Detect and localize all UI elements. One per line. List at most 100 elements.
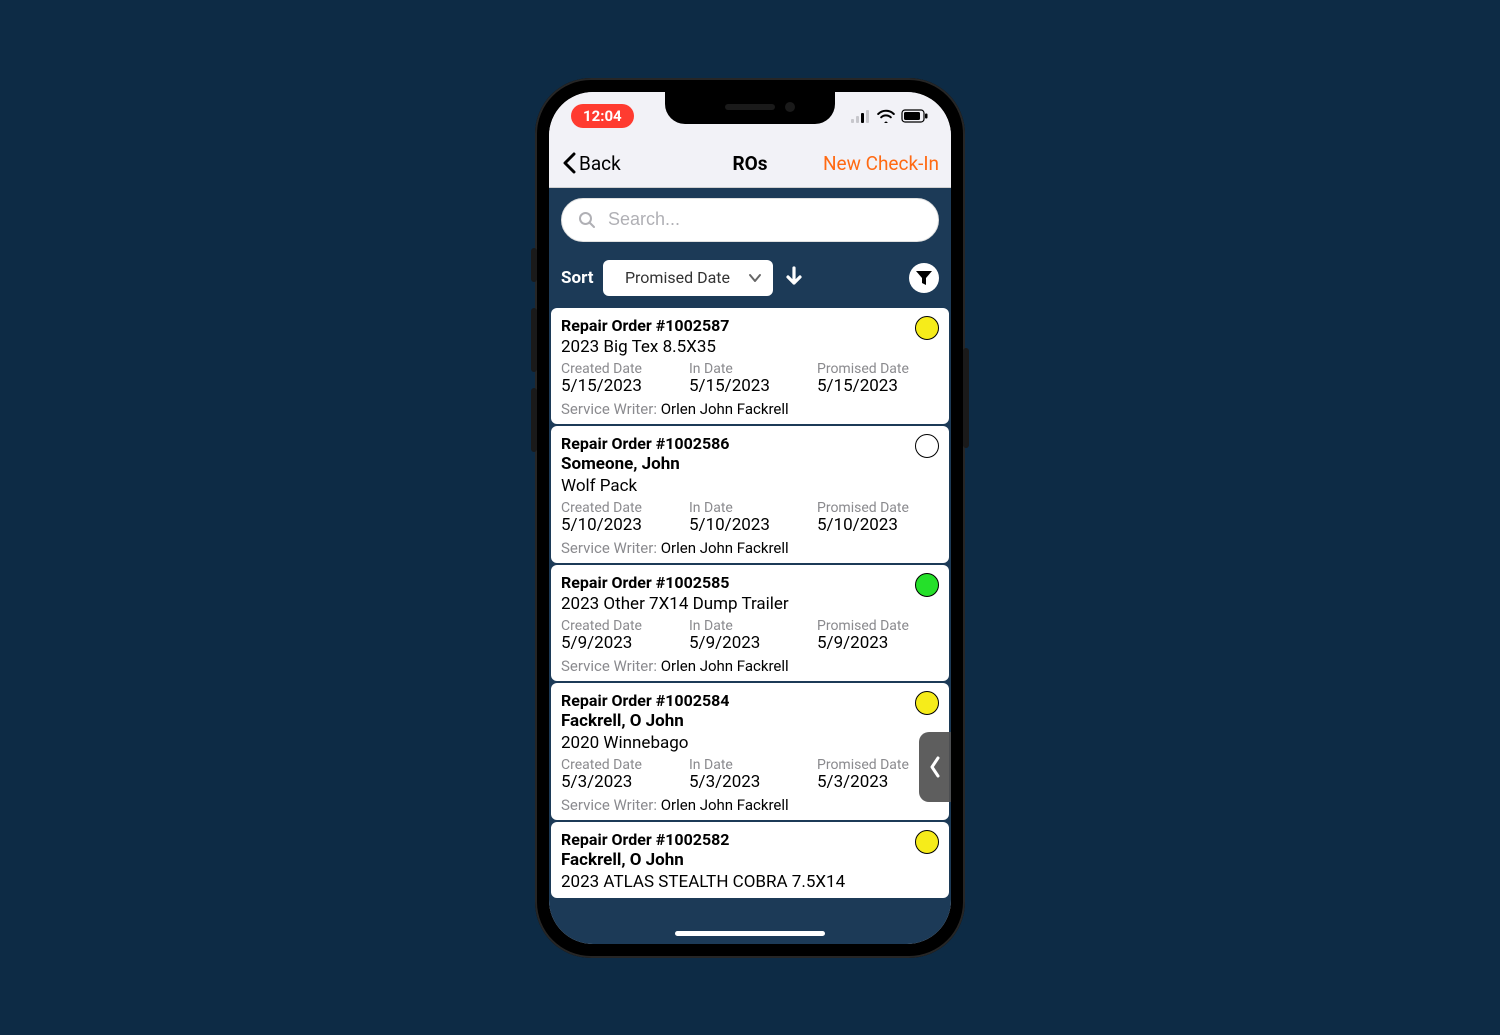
service-writer-value: Orlen John Fackrell [661,539,789,557]
service-writer-label: Service Writer: [561,796,661,814]
service-writer-row: Service Writer: Orlen John Fackrell [561,400,939,418]
cellular-icon [851,109,871,123]
date-value: 5/10/2023 [689,515,811,535]
ro-title: Repair Order #1002587 [561,316,939,335]
date-row: Created Date5/3/2023In Date5/3/2023Promi… [561,757,939,792]
back-button[interactable]: Back [561,152,621,175]
ro-unit: 2023 Other 7X14 Dump Trailer [561,594,939,614]
ro-card[interactable]: Repair Order #1002584Fackrell, O John202… [551,683,949,820]
date-value: 5/15/2023 [561,376,683,396]
ro-customer: Fackrell, O John [561,711,939,731]
date-label: Promised Date [817,618,939,634]
service-writer-row: Service Writer: Orlen John Fackrell [561,796,939,814]
ro-customer: Someone, John [561,454,939,474]
status-dot [915,573,939,597]
search-wrap [549,188,951,252]
wifi-icon [877,109,895,123]
sort-bar: Sort Promised Date [549,252,951,306]
date-col-in: In Date5/10/2023 [689,500,811,535]
search-input[interactable] [608,209,922,230]
date-label: Created Date [561,500,683,516]
chevron-left-icon [928,755,942,779]
sort-direction-button[interactable] [783,265,805,291]
date-label: Promised Date [817,500,939,516]
date-label: In Date [689,618,811,634]
date-value: 5/15/2023 [817,376,939,396]
service-writer-label: Service Writer: [561,539,661,557]
date-col-created: Created Date5/10/2023 [561,500,683,535]
ro-unit: Wolf Pack [561,476,939,496]
service-writer-value: Orlen John Fackrell [661,400,789,418]
date-label: Promised Date [817,361,939,377]
status-dot [915,830,939,854]
date-row: Created Date5/10/2023In Date5/10/2023Pro… [561,500,939,535]
notch [665,92,835,124]
status-icons [851,109,929,123]
date-value: 5/9/2023 [561,633,683,653]
date-col-created: Created Date5/9/2023 [561,618,683,653]
date-row: Created Date5/15/2023In Date5/15/2023Pro… [561,361,939,396]
date-label: Created Date [561,757,683,773]
service-writer-row: Service Writer: Orlen John Fackrell [561,539,939,557]
date-col-created: Created Date5/3/2023 [561,757,683,792]
search-box[interactable] [561,198,939,242]
date-col-in: In Date5/9/2023 [689,618,811,653]
date-value: 5/3/2023 [561,772,683,792]
ro-list[interactable]: Repair Order #1002587 2023 Big Tex 8.5X35… [549,306,951,944]
navbar: Back ROs New Check-In [549,140,951,188]
service-writer-value: Orlen John Fackrell [661,657,789,675]
status-dot [915,691,939,715]
ro-card[interactable]: Repair Order #1002582Fackrell, O John202… [551,822,949,898]
chevron-left-icon [561,152,577,174]
date-col-promised: Promised Date5/10/2023 [817,500,939,535]
date-label: In Date [689,500,811,516]
ro-unit: 2023 Big Tex 8.5X35 [561,337,939,357]
new-checkin-button[interactable]: New Check-In [823,152,939,175]
battery-icon [901,109,929,123]
ro-unit: 2023 ATLAS STEALTH COBRA 7.5X14 [561,872,939,892]
ro-card[interactable]: Repair Order #1002586Someone, JohnWolf P… [551,426,949,563]
service-writer-value: Orlen John Fackrell [661,796,789,814]
service-writer-label: Service Writer: [561,657,661,675]
status-dot [915,316,939,340]
filter-button[interactable] [909,263,939,293]
date-col-promised: Promised Date5/9/2023 [817,618,939,653]
ro-title: Repair Order #1002584 [561,691,939,710]
side-drawer-handle[interactable] [919,732,951,802]
date-row: Created Date5/9/2023In Date5/9/2023Promi… [561,618,939,653]
chevron-down-icon [747,270,763,286]
date-value: 5/9/2023 [817,633,939,653]
service-writer-label: Service Writer: [561,400,661,418]
date-col-created: Created Date5/15/2023 [561,361,683,396]
ro-title: Repair Order #1002585 [561,573,939,592]
ro-card[interactable]: Repair Order #1002585 2023 Other 7X14 Dum… [551,565,949,681]
sort-selected-value: Promised Date [625,268,730,287]
arrow-down-icon [783,265,805,287]
back-label: Back [579,152,621,175]
date-value: 5/10/2023 [817,515,939,535]
service-writer-row: Service Writer: Orlen John Fackrell [561,657,939,675]
ro-customer: Fackrell, O John [561,850,939,870]
date-col-in: In Date5/15/2023 [689,361,811,396]
sort-label: Sort [561,268,593,288]
date-label: Created Date [561,618,683,634]
filter-icon [915,269,933,287]
date-label: In Date [689,361,811,377]
date-label: Created Date [561,361,683,377]
sort-select[interactable]: Promised Date [603,260,773,296]
screen: 12:04 [549,92,951,944]
ro-unit: 2020 Winnebago [561,733,939,753]
status-dot [915,434,939,458]
date-value: 5/3/2023 [689,772,811,792]
date-label: In Date [689,757,811,773]
date-col-promised: Promised Date5/15/2023 [817,361,939,396]
date-col-in: In Date5/3/2023 [689,757,811,792]
phone-frame: 12:04 [535,78,965,958]
date-value: 5/10/2023 [561,515,683,535]
ro-title: Repair Order #1002582 [561,830,939,849]
ro-card[interactable]: Repair Order #1002587 2023 Big Tex 8.5X35… [551,308,949,424]
date-value: 5/15/2023 [689,376,811,396]
home-indicator[interactable] [675,931,825,936]
status-time-pill: 12:04 [571,104,634,128]
ro-title: Repair Order #1002586 [561,434,939,453]
